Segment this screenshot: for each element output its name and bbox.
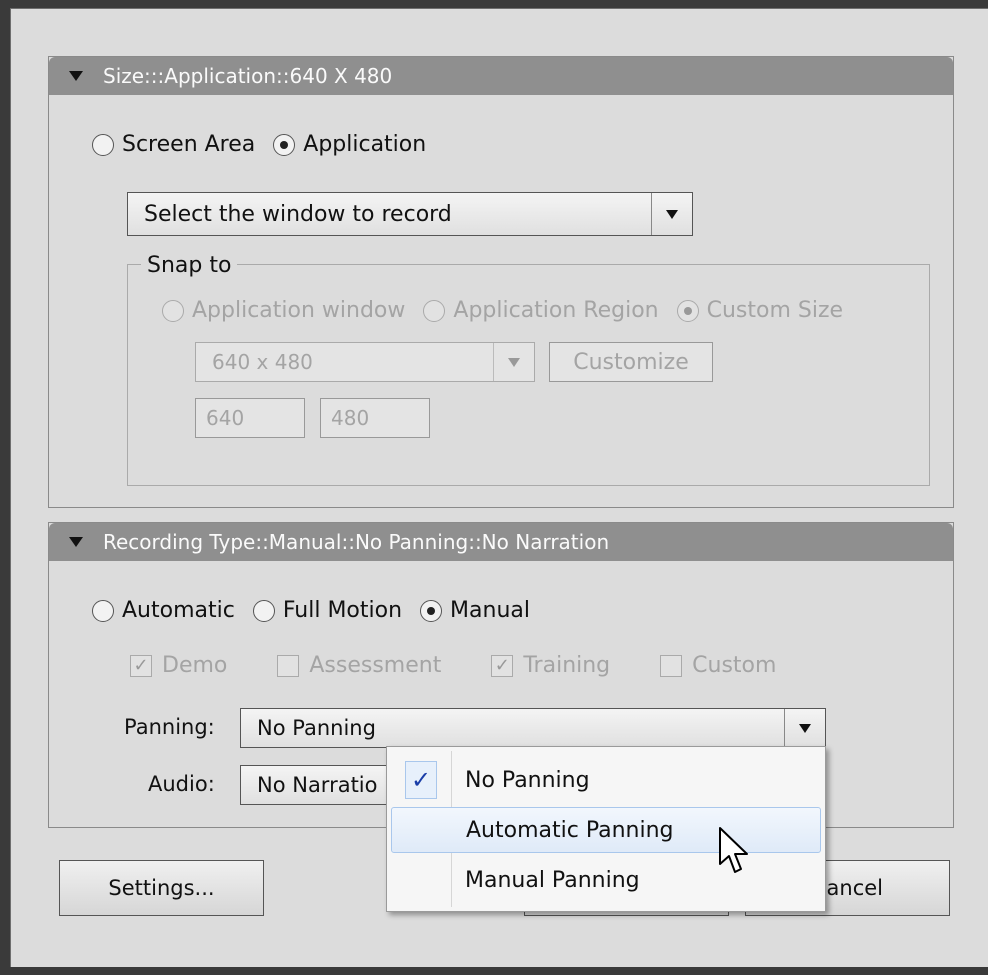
width-input[interactable]: 640 (195, 398, 305, 438)
menu-item-manual-panning[interactable]: Manual Panning (391, 857, 821, 903)
checkbox-label: Assessment (309, 653, 442, 678)
radio-label: Full Motion (282, 598, 403, 623)
radio-manual[interactable]: Manual (420, 598, 530, 623)
size-mode-radios: Screen Area Application (92, 132, 444, 157)
menu-item-label: Manual Panning (465, 867, 640, 893)
radio-custom-size[interactable]: Custom Size (676, 298, 844, 323)
radio-automatic[interactable]: Automatic (92, 598, 235, 623)
size-section-header[interactable]: Size:::Application::640 X 480 (49, 57, 953, 95)
radio-label: Application (303, 132, 427, 157)
mode-checkboxes: ✓ Demo Assessment ✓ Training Custom (130, 653, 794, 678)
checkbox-icon[interactable] (277, 654, 300, 677)
checkbox-custom[interactable]: Custom (660, 653, 776, 678)
radio-label: Application Region (453, 298, 659, 323)
radio-circle-icon[interactable] (423, 299, 446, 322)
mouse-pointer-icon (719, 827, 748, 873)
radio-label: Automatic (122, 598, 235, 623)
window-select-dropdown-button[interactable] (651, 193, 692, 235)
checkbox-checked-icon[interactable]: ✓ (130, 654, 152, 677)
checkbox-training[interactable]: ✓ Training (491, 653, 610, 678)
checkmark-icon: ✓ (405, 761, 437, 799)
recording-type-section-title: Recording Type::Manual::No Panning::No N… (103, 530, 610, 554)
radio-circle-icon[interactable] (420, 599, 443, 622)
radio-screen-area[interactable]: Screen Area (92, 132, 255, 157)
collapse-triangle-icon[interactable] (69, 537, 83, 547)
checkbox-demo[interactable]: ✓ Demo (130, 653, 227, 678)
radio-circle-icon[interactable] (162, 299, 184, 322)
panning-dropdown-button[interactable] (784, 709, 825, 747)
recording-mode-radios: Automatic Full Motion Manual (92, 598, 548, 623)
radio-full-motion[interactable]: Full Motion (252, 598, 403, 623)
size-preset-combo[interactable]: 640 x 480 (195, 342, 535, 382)
radio-application[interactable]: Application (273, 132, 426, 157)
size-section-title: Size:::Application::640 X 480 (103, 64, 393, 88)
menu-item-automatic-panning[interactable]: Automatic Panning (391, 807, 821, 853)
menu-item-label: No Panning (465, 767, 590, 793)
menu-item-label: Automatic Panning (466, 817, 674, 843)
radio-circle-icon[interactable] (676, 299, 699, 322)
panning-dropdown-menu: ✓ No Panning Automatic Panning Manual Pa… (386, 746, 826, 912)
radio-circle-icon[interactable] (92, 133, 114, 156)
height-input[interactable]: 480 (320, 398, 430, 438)
panning-value: No Panning (257, 716, 376, 740)
checkbox-checked-icon[interactable]: ✓ (491, 654, 514, 677)
chevron-down-icon (799, 723, 811, 733)
checkbox-label: Training (523, 653, 611, 678)
radio-label: Custom Size (706, 298, 844, 323)
radio-circle-icon[interactable] (252, 599, 275, 622)
snap-to-legend: Snap to (141, 253, 238, 278)
customize-button[interactable]: Customize (549, 342, 713, 382)
chevron-down-icon (666, 209, 678, 219)
panning-label: Panning: (124, 715, 215, 739)
checkbox-label: Demo (162, 653, 228, 678)
chevron-down-icon (508, 357, 520, 367)
checkbox-icon[interactable] (660, 654, 683, 677)
settings-button[interactable]: Settings... (59, 860, 264, 916)
menu-item-no-panning[interactable]: ✓ No Panning (391, 757, 821, 803)
radio-application-region[interactable]: Application Region (423, 298, 659, 323)
collapse-triangle-icon[interactable] (69, 71, 83, 81)
audio-label: Audio: (148, 772, 215, 796)
checkbox-label: Custom (692, 653, 777, 678)
cancel-button-label: ancel (826, 876, 883, 900)
recording-type-section-header[interactable]: Recording Type::Manual::No Panning::No N… (49, 523, 953, 561)
size-preset-value: 640 x 480 (212, 350, 313, 374)
panning-combo[interactable]: No Panning (240, 708, 826, 748)
radio-circle-icon[interactable] (273, 133, 296, 156)
radio-label: Application window (192, 298, 406, 323)
window-select-value: Select the window to record (144, 201, 452, 227)
snap-to-radios: Application window Application Region Cu… (162, 298, 861, 323)
radio-circle-icon[interactable] (92, 599, 114, 622)
radio-label: Screen Area (122, 132, 256, 157)
checkbox-assessment[interactable]: Assessment (277, 653, 441, 678)
radio-label: Manual (450, 598, 530, 623)
size-preset-dropdown-button[interactable] (493, 343, 534, 381)
window-select-combo[interactable]: Select the window to record (127, 192, 693, 236)
radio-application-window[interactable]: Application window (162, 298, 405, 323)
